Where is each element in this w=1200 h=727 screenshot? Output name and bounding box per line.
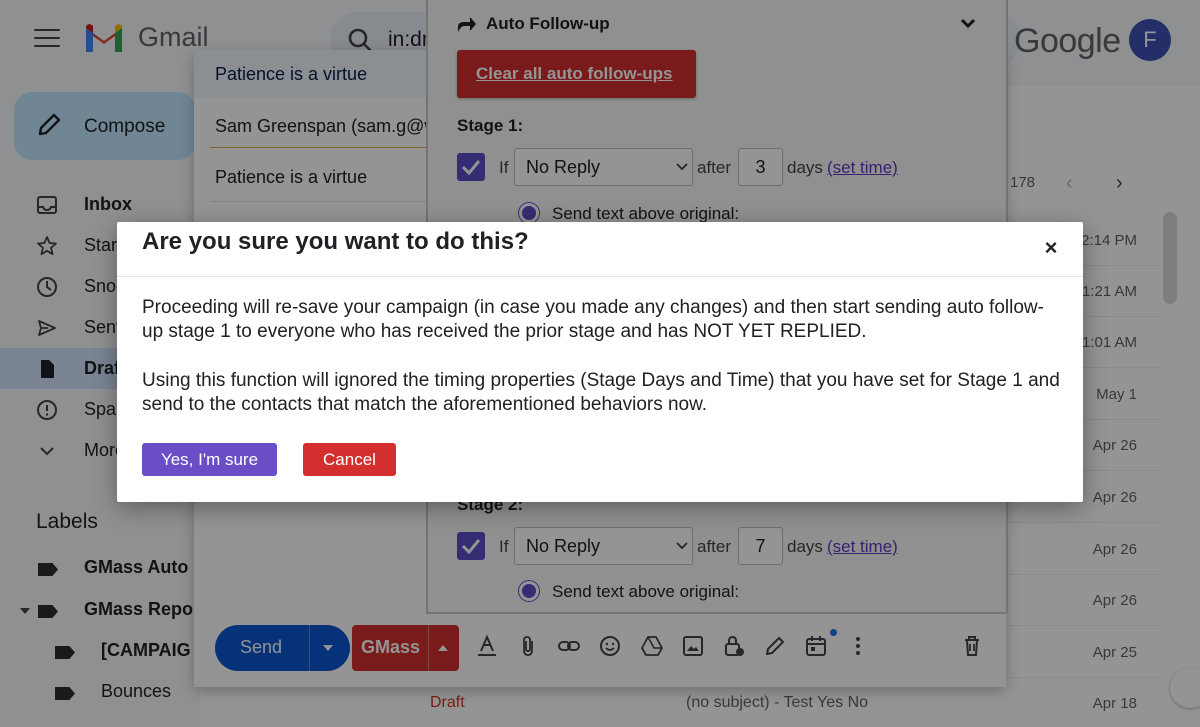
dialog-title: Are you sure you want to do this? (142, 228, 529, 255)
dialog-paragraph: Using this function will ignored the tim… (142, 370, 1060, 415)
dialog-divider (117, 276, 1083, 277)
cancel-button[interactable]: Cancel (303, 443, 396, 476)
close-icon[interactable]: × (1040, 236, 1062, 260)
dialog-paragraph: Proceeding will re-save your campaign (i… (142, 297, 1044, 342)
confirm-button[interactable]: Yes, I'm sure (142, 443, 277, 476)
